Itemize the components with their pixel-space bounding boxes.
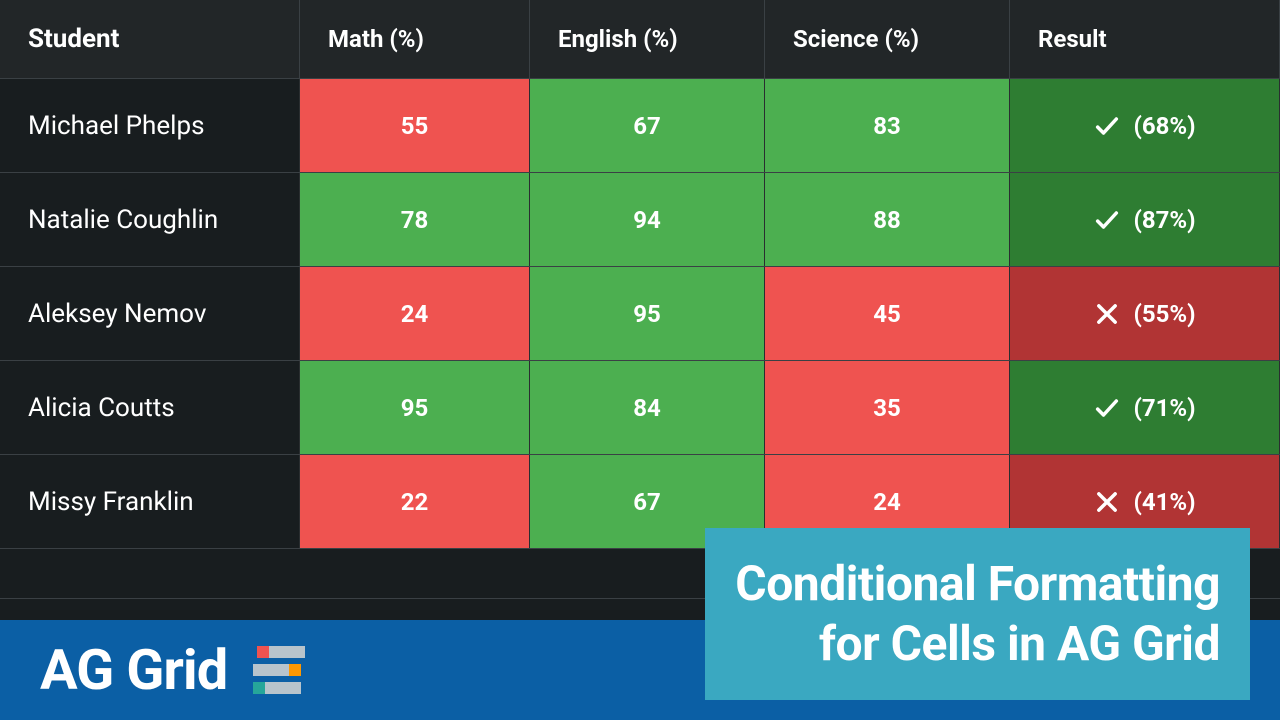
cell-english[interactable]: 94 [530,173,765,266]
table-row[interactable]: Aleksey Nemov249545 (55%) [0,267,1280,361]
cell-student[interactable]: Alicia Coutts [0,361,300,454]
cell-science[interactable]: 35 [765,361,1010,454]
cell-result[interactable]: (87%) [1010,173,1280,266]
title-line-2: for Cells in AG Grid [735,614,1220,674]
check-icon [1093,206,1121,234]
check-icon [1093,394,1121,422]
cross-icon [1093,488,1121,516]
cell-result[interactable]: (71%) [1010,361,1280,454]
cell-science[interactable]: 83 [765,79,1010,172]
cell-science[interactable]: 45 [765,267,1010,360]
title-overlay: Conditional Formatting for Cells in AG G… [705,528,1250,700]
result-percent: (55%) [1133,300,1195,328]
column-header-result[interactable]: Result [1010,0,1280,78]
cell-student[interactable]: Aleksey Nemov [0,267,300,360]
cell-result[interactable]: (55%) [1010,267,1280,360]
cell-student[interactable]: Michael Phelps [0,79,300,172]
column-header-english[interactable]: English (%) [530,0,765,78]
result-percent: (87%) [1133,206,1195,234]
cell-student[interactable]: Natalie Coughlin [0,173,300,266]
cell-result[interactable]: (68%) [1010,79,1280,172]
cell-math[interactable]: 78 [300,173,530,266]
cell-english[interactable]: 84 [530,361,765,454]
table-row[interactable]: Natalie Coughlin789488 (87%) [0,173,1280,267]
cell-math[interactable]: 55 [300,79,530,172]
cell-math[interactable]: 22 [300,455,530,548]
result-percent: (71%) [1133,394,1195,422]
brand-logo-icon [245,642,309,698]
table-row[interactable]: Alicia Coutts958435 (71%) [0,361,1280,455]
data-grid[interactable]: Student Math (%) English (%) Science (%)… [0,0,1280,599]
cell-math[interactable]: 95 [300,361,530,454]
cell-english[interactable]: 67 [530,79,765,172]
column-header-science[interactable]: Science (%) [765,0,1010,78]
title-line-1: Conditional Formatting [735,554,1220,614]
header-row: Student Math (%) English (%) Science (%)… [0,0,1280,79]
cell-student[interactable]: Missy Franklin [0,455,300,548]
check-icon [1093,112,1121,140]
cell-math[interactable]: 24 [300,267,530,360]
cell-science[interactable]: 88 [765,173,1010,266]
result-percent: (68%) [1133,112,1195,140]
table-row[interactable]: Michael Phelps556783 (68%) [0,79,1280,173]
cross-icon [1093,300,1121,328]
column-header-math[interactable]: Math (%) [300,0,530,78]
column-header-student[interactable]: Student [0,0,300,78]
brand-logo-text: AG Grid [40,637,227,703]
result-percent: (41%) [1133,488,1195,516]
cell-english[interactable]: 95 [530,267,765,360]
